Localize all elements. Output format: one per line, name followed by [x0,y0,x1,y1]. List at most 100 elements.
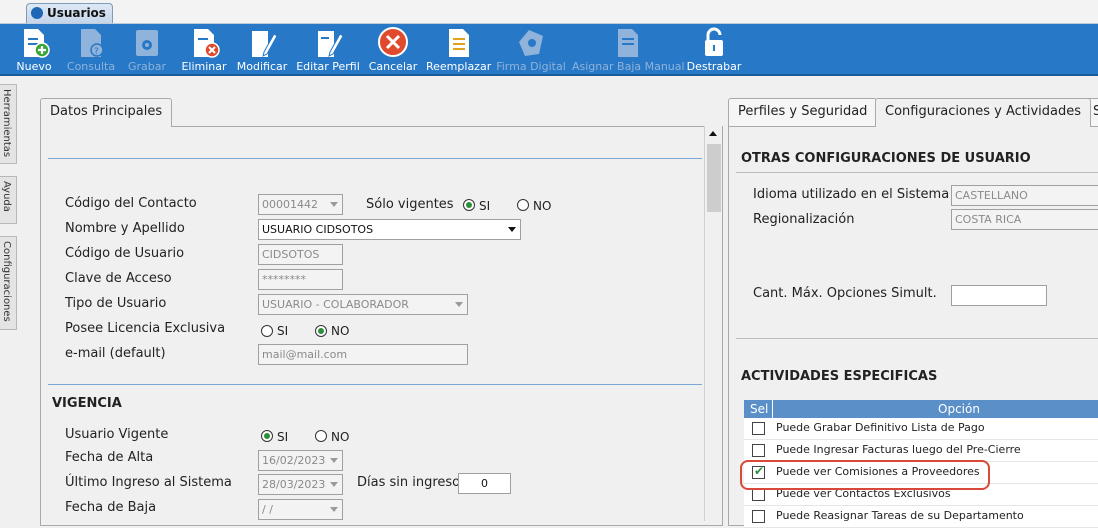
fecha-baja-label: Fecha de Baja [65,500,157,515]
reemplazar-button[interactable]: Reemplazar [426,24,492,76]
side-tab-label: Herramientas [1,89,12,158]
codigo-contacto-select[interactable]: 00001442 [258,194,343,215]
consulta-button[interactable]: ? Consulta [64,24,118,76]
nombre-apellido-label: Nombre y Apellido [65,221,185,236]
codigo-usuario-label: Código de Usuario [65,246,185,261]
nuevo-button[interactable]: Nuevo [14,24,54,76]
dias-sin-ingreso-field[interactable]: 0 [458,473,511,494]
reemplazar-label: Reemplazar [426,60,492,73]
col-sel-header: Sel [750,402,769,416]
cant-max-field[interactable] [951,285,1047,306]
fecha-alta-value: 16/02/2023 [262,454,326,467]
side-tab-ayuda[interactable]: Ayuda [0,176,17,224]
solo-vigentes-no-radio[interactable] [517,199,529,211]
usuario-vigente-si-radio[interactable] [261,430,273,442]
row-label: Puede Grabar Definitivo Lista de Pago [776,421,985,434]
delete-icon [194,29,220,58]
row-checkbox[interactable] [752,444,765,457]
chevron-down-icon [330,482,338,487]
usuario-vigente-si-label: SI [277,430,289,444]
fecha-alta-field[interactable]: 16/02/2023 [258,450,343,471]
col-divider [772,400,773,418]
replace-icon [449,29,469,57]
selection-highlight [740,460,990,490]
firma-digital-button[interactable]: Firma Digital [496,24,566,76]
idioma-field[interactable]: CASTELLANO [951,185,1098,206]
firma-digital-label: Firma Digital [496,60,566,73]
grabar-button[interactable]: Grabar [126,24,168,76]
new-document-icon [24,29,50,58]
row-label: Puede Reasignar Tareas de su Departament… [776,509,1024,522]
actividades-title: ACTIVIDADES ESPECIFICAS [741,369,938,384]
divider [48,384,702,385]
side-tab-label: Configuraciones [1,241,12,322]
tipo-usuario-value: USUARIO - COLABORADOR [262,298,409,311]
eliminar-button[interactable]: Eliminar [180,24,228,76]
tab-perfiles-seguridad[interactable]: Perfiles y Seguridad [728,98,878,126]
row-checkbox[interactable] [752,510,765,523]
asignar-baja-manual-button[interactable]: Asignar Baja Manual [572,24,685,76]
tab-datos-principales[interactable]: Datos Principales [40,98,173,127]
side-tab-configuraciones[interactable]: Configuraciones [0,236,17,330]
cant-max-label: Cant. Máx. Opciones Simult. [753,286,937,301]
solo-vigentes-si-radio[interactable] [463,199,475,211]
table-row[interactable]: Puede Grabar Definitivo Lista de Pago [744,418,1098,440]
ultimo-ingreso-field[interactable]: 28/03/2023 [258,474,343,495]
app-icon [31,7,43,19]
tab-label: Perfiles y Seguridad [738,104,868,119]
chevron-down-icon [508,227,516,232]
modificar-button[interactable]: Modificar [236,24,288,76]
query-icon: ? [81,29,104,57]
regionalizacion-field[interactable]: COSTA RICA [951,209,1098,230]
tab-label: Datos Principales [50,104,163,119]
licencia-no-label: NO [331,324,350,338]
tab-label: Configuraciones y Actividades [885,104,1082,119]
licencia-exclusiva-label: Posee Licencia Exclusiva [65,321,226,336]
destrabar-button[interactable]: Destrabar [686,24,742,76]
cancelar-button[interactable]: Cancelar [368,24,418,76]
usuario-vigente-no-radio[interactable] [315,430,327,442]
solo-vigentes-si-label: SI [479,199,491,213]
table-row[interactable]: Puede Reasignar Tareas de su Departament… [744,506,1098,528]
fecha-baja-field[interactable]: / / [258,499,343,520]
tab-label: S [1093,104,1098,119]
row-checkbox[interactable] [752,422,765,435]
vigencia-title: VIGENCIA [52,396,122,411]
left-panel-scrollbar[interactable] [704,126,722,521]
fecha-alta-label: Fecha de Alta [65,450,154,465]
nuevo-label: Nuevo [16,60,52,73]
email-field[interactable]: mail@mail.com [258,344,468,365]
asignar-baja-manual-label: Asignar Baja Manual [572,60,685,73]
eliminar-label: Eliminar [181,60,227,73]
divider [48,158,702,159]
edit-icon [252,31,278,57]
side-tab-herramientas[interactable]: Herramientas [0,84,17,164]
chevron-down-icon [455,302,463,307]
destrabar-label: Destrabar [686,60,742,73]
chevron-down-icon [330,202,338,207]
licencia-no-radio[interactable] [315,325,327,337]
table-header: Sel Opción [744,400,1098,418]
window-tab-usuarios[interactable]: Usuarios [26,3,113,23]
tipo-usuario-select[interactable]: USUARIO - COLABORADOR [258,294,468,315]
chevron-down-icon [330,507,338,512]
tab-configuraciones-actividades[interactable]: Configuraciones y Actividades [875,98,1092,127]
scroll-up-arrow-icon[interactable] [709,131,717,136]
toolbar: Nuevo ? Consulta Grabar Eliminar Modific… [0,24,1098,76]
window-tab-bar: Usuarios [0,0,1098,24]
window-tab-label: Usuarios [47,6,106,20]
licencia-si-radio[interactable] [261,325,273,337]
chevron-down-icon [330,458,338,463]
codigo-contacto-label: Código del Contacto [65,196,197,211]
table-row[interactable]: Puede Ingresar Facturas luego del Pre-Ci… [744,440,1098,462]
editar-perfil-label: Editar Perfil [296,60,360,73]
codigo-usuario-field[interactable]: CIDSOTOS [258,244,343,265]
codigo-contacto-value: 00001442 [262,198,318,211]
editar-perfil-button[interactable]: Editar Perfil [296,24,360,76]
clave-acceso-field[interactable]: ******** [258,269,343,290]
svg-text:?: ? [94,47,99,57]
nombre-apellido-select[interactable]: USUARIO CIDSOTOS [258,219,521,240]
email-label: e-mail (default) [65,346,166,361]
scroll-thumb[interactable] [707,144,721,212]
fecha-baja-value: / / [262,503,273,516]
